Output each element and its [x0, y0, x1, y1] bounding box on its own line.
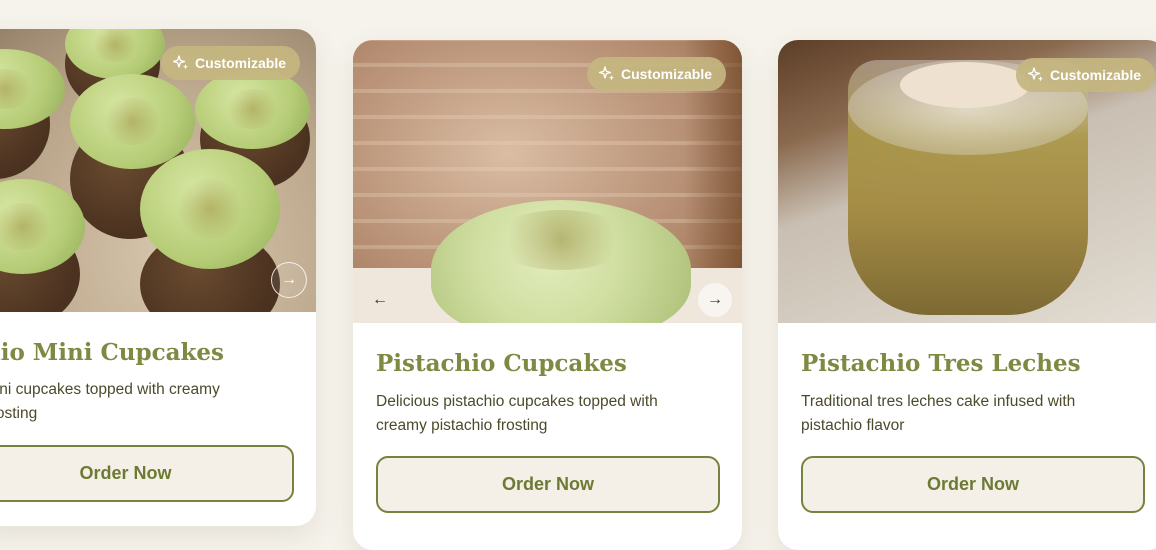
previous-image-button[interactable]: ←: [363, 283, 397, 317]
order-now-button[interactable]: Order Now: [801, 456, 1145, 513]
sparkle-icon: [1027, 67, 1043, 82]
sparkle-icon: [172, 55, 188, 70]
order-now-button[interactable]: Order Now: [376, 456, 720, 513]
product-description: e mini cupcakes topped with creamy io fr…: [0, 381, 220, 422]
arrow-right-icon: →: [707, 291, 723, 308]
arrow-right-icon: →: [281, 271, 297, 288]
next-image-button[interactable]: →: [271, 262, 307, 298]
product-description: Delicious pistachio cupcakes topped with…: [376, 393, 658, 434]
product-card-tres-leches: Customizable Pistachio Tres Leches Tradi…: [778, 40, 1156, 550]
product-card-pistachio-cupcakes: Customizable ← → Pistachio Cupcakes Deli…: [353, 40, 742, 550]
product-title: Pistachio Tres Leches: [801, 350, 1081, 377]
product-title: chio Mini Cupcakes: [0, 339, 225, 366]
sparkle-icon: [598, 66, 614, 81]
badge-label: Customizable: [194, 55, 286, 71]
next-image-button[interactable]: →: [698, 283, 732, 317]
customizable-badge: Customizable: [586, 57, 726, 91]
badge-label: Customizable: [1049, 67, 1141, 83]
product-card-mini-cupcakes: Customizable → chio Mini Cupcakes e mini…: [0, 29, 316, 526]
product-description: Traditional tres leches cake infused wit…: [801, 393, 1076, 434]
order-now-button[interactable]: Order Now: [0, 445, 294, 502]
product-title: Pistachio Cupcakes: [376, 350, 627, 377]
arrow-left-icon: ←: [372, 291, 388, 308]
customizable-badge: Customizable: [160, 46, 300, 80]
customizable-badge: Customizable: [1015, 58, 1155, 92]
badge-label: Customizable: [620, 66, 712, 82]
